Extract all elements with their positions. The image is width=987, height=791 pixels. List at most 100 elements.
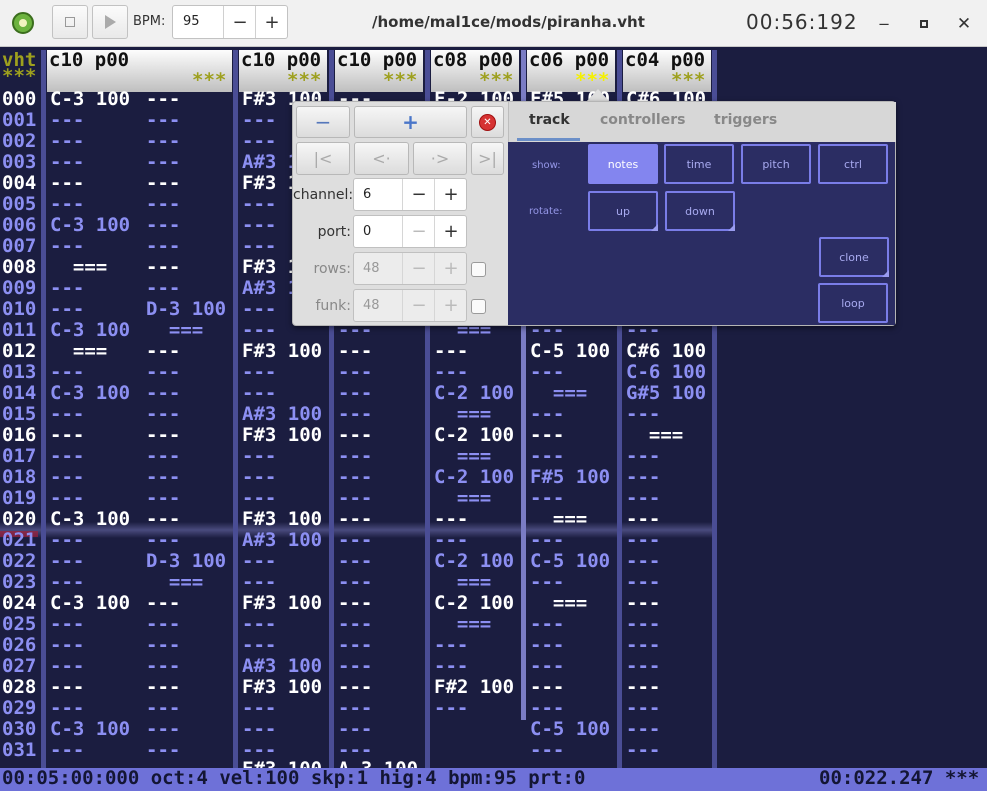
note-cell[interactable]: --- [146, 173, 180, 194]
note-cell[interactable]: --- [146, 593, 180, 614]
note-cell[interactable]: --- [146, 656, 180, 677]
note-cell[interactable]: --- [50, 446, 84, 467]
note-cell[interactable]: --- [146, 677, 180, 698]
note-cell[interactable]: C-2 100 [434, 593, 514, 614]
note-cell[interactable]: --- [146, 257, 180, 278]
channel-increment-button[interactable]: + [434, 179, 467, 210]
note-cell[interactable]: --- [242, 131, 276, 152]
note-cell[interactable]: --- [626, 740, 660, 761]
bpm-input[interactable]: 95 [183, 14, 200, 29]
note-cell[interactable]: --- [530, 362, 564, 383]
delete-track-button[interactable]: ✕ [471, 106, 504, 138]
note-cell[interactable]: F#3 100 [242, 425, 322, 446]
port-decrement-button[interactable]: − [402, 216, 435, 247]
note-cell[interactable]: --- [50, 173, 84, 194]
note-cell[interactable]: F#3 100 [242, 509, 322, 530]
funk-spinbutton[interactable]: 48 − + [353, 289, 467, 322]
tab-track[interactable]: track [529, 112, 570, 128]
note-cell[interactable]: --- [338, 551, 372, 572]
note-cell[interactable]: === [530, 509, 587, 530]
note-cell[interactable]: === [146, 572, 203, 593]
note-cell[interactable]: --- [338, 488, 372, 509]
note-cell[interactable]: --- [626, 635, 660, 656]
note-cell[interactable]: C-2 100 [434, 383, 514, 404]
note-cell[interactable]: --- [626, 614, 660, 635]
note-cell[interactable]: --- [146, 131, 180, 152]
rows-checkbox[interactable] [471, 262, 486, 277]
note-cell[interactable]: --- [530, 446, 564, 467]
note-cell[interactable]: --- [146, 404, 180, 425]
add-track-button[interactable]: + [354, 106, 467, 138]
note-cell[interactable]: --- [146, 215, 180, 236]
note-cell[interactable]: A#3 100 [242, 404, 322, 425]
note-cell[interactable]: --- [530, 572, 564, 593]
note-cell[interactable]: --- [338, 677, 372, 698]
note-cell[interactable]: --- [626, 572, 660, 593]
funk-decrement-button[interactable]: − [402, 290, 435, 321]
note-cell[interactable]: --- [626, 488, 660, 509]
note-cell[interactable]: --- [242, 215, 276, 236]
note-cell[interactable]: C-5 100 [530, 341, 610, 362]
note-cell[interactable]: --- [530, 677, 564, 698]
note-cell[interactable]: --- [50, 278, 84, 299]
note-cell[interactable]: --- [50, 152, 84, 173]
note-cell[interactable]: --- [242, 383, 276, 404]
note-cell[interactable]: --- [50, 236, 84, 257]
note-cell[interactable]: --- [146, 383, 180, 404]
play-button[interactable] [92, 5, 128, 39]
note-cell[interactable]: --- [50, 530, 84, 551]
bpm-decrement-button[interactable]: − [223, 6, 256, 38]
note-cell[interactable]: C#6 100 [626, 341, 706, 362]
note-cell[interactable]: --- [338, 362, 372, 383]
note-cell[interactable]: --- [50, 362, 84, 383]
note-cell[interactable]: --- [434, 362, 468, 383]
note-cell[interactable]: --- [434, 341, 468, 362]
note-cell[interactable]: --- [146, 89, 180, 110]
track-1-note-column-2[interactable]: --- --- --- --- --- --- --- --- --- --- D-3 100 ==… [146, 47, 234, 768]
note-cell[interactable]: C-6 100 [626, 362, 706, 383]
note-cell[interactable]: --- [242, 614, 276, 635]
note-cell[interactable]: --- [338, 425, 372, 446]
note-cell[interactable]: --- [626, 530, 660, 551]
note-cell[interactable]: G#5 100 [626, 383, 706, 404]
note-cell[interactable]: --- [434, 530, 468, 551]
note-cell[interactable]: --- [146, 740, 180, 761]
note-cell[interactable]: --- [146, 446, 180, 467]
note-cell[interactable]: --- [338, 530, 372, 551]
note-cell[interactable]: --- [242, 698, 276, 719]
note-cell[interactable]: --- [50, 299, 84, 320]
note-cell[interactable]: --- [146, 467, 180, 488]
port-increment-button[interactable]: + [434, 216, 467, 247]
note-cell[interactable]: --- [146, 425, 180, 446]
note-cell[interactable]: A#3 100 [242, 656, 322, 677]
note-cell[interactable]: --- [338, 404, 372, 425]
note-cell[interactable]: --- [146, 719, 180, 740]
note-cell[interactable]: C-3 100 [50, 383, 130, 404]
note-cell[interactable]: --- [242, 488, 276, 509]
note-cell[interactable]: C-3 100 [50, 320, 130, 341]
move-track-right-button[interactable]: ·> [413, 142, 467, 175]
note-cell[interactable]: F#3 100 [242, 593, 322, 614]
close-button[interactable]: ✕ [952, 12, 976, 36]
note-cell[interactable]: === [434, 488, 491, 509]
note-cell[interactable]: --- [626, 656, 660, 677]
note-cell[interactable]: --- [242, 635, 276, 656]
note-cell[interactable]: --- [338, 740, 372, 761]
note-cell[interactable]: --- [338, 509, 372, 530]
note-cell[interactable]: --- [50, 131, 84, 152]
rows-input[interactable]: 48 [363, 261, 380, 276]
note-cell[interactable]: --- [146, 110, 180, 131]
note-cell[interactable]: C-2 100 [434, 551, 514, 572]
port-input[interactable]: 0 [363, 224, 371, 239]
note-cell[interactable]: --- [242, 362, 276, 383]
note-cell[interactable]: --- [338, 446, 372, 467]
note-cell[interactable]: === [530, 383, 587, 404]
funk-increment-button[interactable]: + [434, 290, 467, 321]
rows-decrement-button[interactable]: − [402, 253, 435, 284]
channel-decrement-button[interactable]: − [402, 179, 435, 210]
note-cell[interactable]: --- [242, 236, 276, 257]
note-cell[interactable]: C-3 100 [50, 509, 130, 530]
note-cell[interactable]: --- [338, 383, 372, 404]
note-cell[interactable]: C-3 100 [50, 89, 130, 110]
note-cell[interactable]: --- [50, 404, 84, 425]
